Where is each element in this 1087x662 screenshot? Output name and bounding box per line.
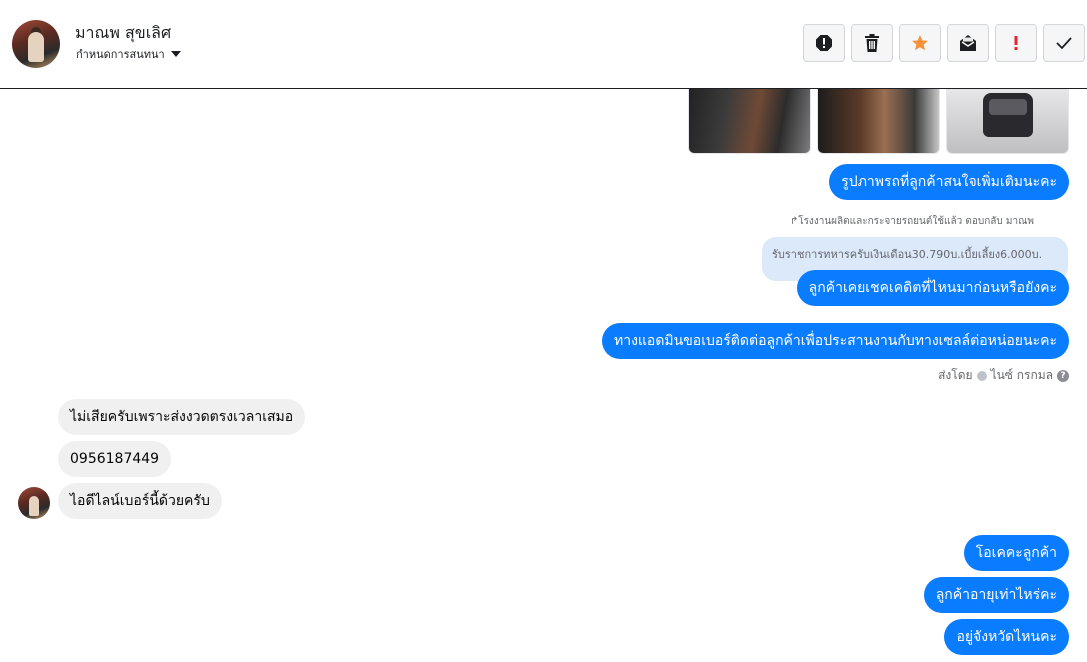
caret-down-icon <box>170 51 181 57</box>
spam-icon <box>816 35 832 51</box>
sent-by-info: ส่งโดย ไนซ์ กรกมล ? <box>938 366 1069 385</box>
message-outgoing[interactable]: ลูกค้าเคยเชคเคดิตที่ไหนมาก่อนหรือยังคะ <box>796 270 1069 306</box>
delete-button[interactable] <box>851 24 893 62</box>
avatar-figure-body <box>28 32 44 62</box>
reply-context-note: ↱โรงงานผลิตและกระจายรถยนต์ใช้แล้ว ตอบกลั… <box>789 216 1034 227</box>
mark-done-button[interactable] <box>1043 24 1085 62</box>
car-shape <box>983 93 1033 137</box>
contact-avatar[interactable] <box>12 20 60 68</box>
car-photo-interior-rear[interactable] <box>817 89 940 154</box>
assign-conversation-dropdown[interactable]: กำหนดการสนทนา <box>76 45 181 63</box>
spam-button[interactable] <box>803 24 845 62</box>
message-outgoing[interactable]: รูปภาพรถที่ลูกค้าสนใจเพิ่มเติมนะคะ <box>829 164 1069 200</box>
trash-icon <box>865 34 879 52</box>
conversation-toolbar <box>803 24 1085 62</box>
message-incoming[interactable]: 0956187449 <box>58 441 172 477</box>
assign-conversation-label: กำหนดการสนทนา <box>76 48 165 61</box>
done-icon <box>1056 37 1072 50</box>
mark-unread-icon <box>960 35 976 51</box>
message-outgoing[interactable]: อยู่จังหวัดไหนคะ <box>944 619 1069 655</box>
sent-by-agent-name: ไนซ์ กรกมล <box>990 368 1053 382</box>
message-outgoing[interactable]: โอเคคะลูกค้า <box>963 535 1069 571</box>
conversation-header: มาณพ สุขเลิศ กำหนดการสนทนา <box>0 0 1087 89</box>
important-button[interactable] <box>995 24 1037 62</box>
important-icon <box>1014 36 1018 50</box>
car-photo-exterior-rear[interactable] <box>946 89 1069 154</box>
contact-avatar-small[interactable] <box>18 487 50 519</box>
message-incoming[interactable]: ไอดีไลน์เบอร์นี้ด้วยครับ <box>58 483 222 519</box>
message-outgoing[interactable]: ทางแอดมินขอเบอร์ติดต่อลูกค้าเพื่อประสานง… <box>601 323 1069 359</box>
message-outgoing[interactable]: ลูกค้าอายุเท่าไหร่คะ <box>923 577 1069 613</box>
sent-by-label: ส่งโดย <box>938 368 973 382</box>
message-incoming[interactable]: ไม่เสียครับเพราะส่งงวดตรงเวลาเสมอ <box>58 399 306 435</box>
star-icon <box>912 35 928 51</box>
agent-status-icon <box>976 370 987 381</box>
help-icon[interactable]: ? <box>1057 369 1069 382</box>
image-attachments <box>688 89 1069 154</box>
car-photo-interior-front[interactable] <box>688 89 811 154</box>
star-button[interactable] <box>899 24 941 62</box>
avatar-figure-body <box>29 496 39 516</box>
mark-unread-button[interactable] <box>947 24 989 62</box>
contact-name[interactable]: มาณพ สุขเลิศ <box>75 21 171 46</box>
